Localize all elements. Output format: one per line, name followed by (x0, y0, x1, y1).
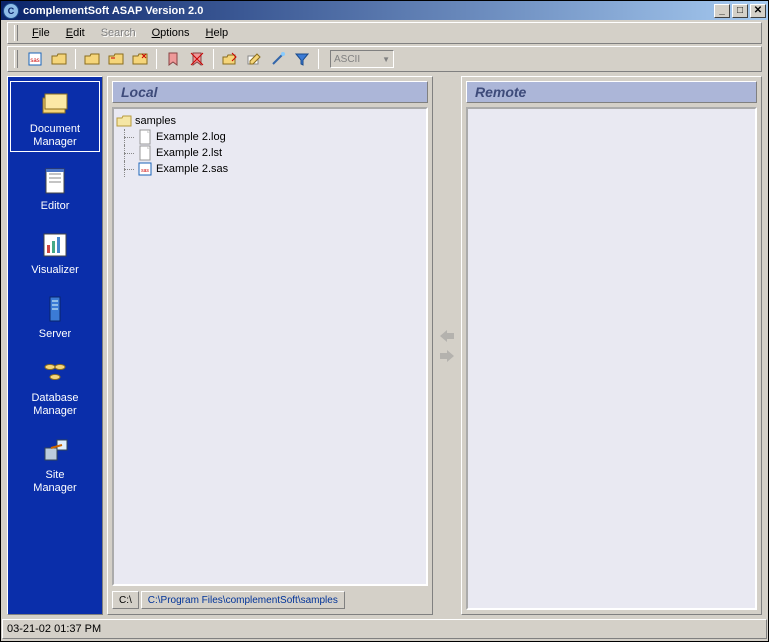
remote-pane-header: Remote (466, 81, 757, 103)
notepad-icon (39, 165, 71, 197)
tree-folder-row[interactable]: samples (116, 113, 424, 129)
tree-folder-label: samples (135, 115, 176, 127)
menu-options[interactable]: Options (144, 25, 198, 41)
remote-pane-title: Remote (475, 84, 526, 100)
sidebar-item-label: DocumentManager (30, 123, 80, 149)
svg-text:sas: sas (141, 168, 149, 174)
sidebar-item-site-manager[interactable]: SiteManager (10, 427, 100, 498)
tool-new-icon[interactable]: sas (24, 48, 46, 70)
transfer-right-icon[interactable] (438, 349, 456, 363)
database-icon (39, 357, 71, 389)
title-bar: C complementSoft ASAP Version 2.0 _ □ ✕ (1, 1, 768, 20)
drive-label: C:\ (119, 595, 132, 606)
drive-tab[interactable]: C:\ (112, 591, 139, 609)
tool-folder2-icon[interactable] (105, 48, 127, 70)
chevron-down-icon: ▼ (382, 55, 390, 64)
app-icon: C (3, 3, 19, 19)
maximize-button[interactable]: □ (732, 4, 748, 18)
menu-help[interactable]: Help (198, 25, 237, 41)
tree-file-row[interactable]: Example 2.log (116, 129, 424, 145)
local-pane-header: Local (112, 81, 428, 103)
sidebar-item-server[interactable]: Server (10, 286, 100, 344)
server-tower-icon (39, 293, 71, 325)
tree-file-label: Example 2.lst (156, 147, 222, 159)
sidebar: DocumentManager Editor Visualizer Server… (7, 76, 103, 615)
menu-search: Search (93, 25, 144, 41)
sidebar-item-database-manager[interactable]: DatabaseManager (10, 350, 100, 421)
menu-search-label: Search (101, 27, 136, 39)
sas-file-icon: sas (137, 161, 153, 177)
window-title: complementSoft ASAP Version 2.0 (23, 5, 712, 17)
tool-folder1-icon[interactable] (81, 48, 103, 70)
menu-bar: File Edit Search Options Help (7, 22, 762, 44)
sidebar-item-label: DatabaseManager (31, 392, 78, 418)
tool-move-folder-icon[interactable] (219, 48, 241, 70)
tool-bookmark-icon[interactable] (162, 48, 184, 70)
local-pane: Local samples Example 2.log (107, 76, 433, 615)
tool-bookmark-del-icon[interactable] (186, 48, 208, 70)
tool-filter-icon[interactable] (291, 48, 313, 70)
sidebar-item-visualizer[interactable]: Visualizer (10, 222, 100, 280)
status-bar: 03-21-02 01:37 PM (2, 619, 767, 639)
sidebar-item-label: Editor (41, 200, 70, 213)
tool-wand-icon[interactable] (267, 48, 289, 70)
remote-pane: Remote (461, 76, 762, 615)
menu-file-label: ile (39, 27, 50, 39)
tree-file-label: Example 2.log (156, 131, 226, 143)
minimize-button[interactable]: _ (714, 4, 730, 18)
main-area: DocumentManager Editor Visualizer Server… (1, 72, 768, 619)
tree-file-row[interactable]: Example 2.lst (116, 145, 424, 161)
close-button[interactable]: ✕ (750, 4, 766, 18)
sidebar-item-label: Visualizer (31, 264, 79, 277)
sidebar-item-label: Server (39, 328, 71, 341)
menu-edit-label: dit (73, 27, 85, 39)
transfer-arrows (433, 76, 461, 615)
tool-folder3-icon[interactable] (129, 48, 151, 70)
svg-text:sas: sas (30, 58, 39, 64)
folder-stack-icon (39, 88, 71, 120)
tool-rename-icon[interactable] (243, 48, 265, 70)
site-icon (39, 434, 71, 466)
file-icon (137, 129, 153, 145)
path-label: C:\Program Files\complementSoft\samples (148, 595, 338, 606)
menu-file[interactable]: File (24, 25, 58, 41)
toolbar: sas ASCII ▼ (7, 46, 762, 72)
local-pane-title: Local (121, 84, 158, 100)
toolbar-grip[interactable] (14, 50, 18, 68)
remote-tree[interactable] (466, 107, 757, 610)
encoding-value: ASCII (334, 54, 360, 65)
panes-container: Local samples Example 2.log (107, 76, 762, 615)
encoding-select[interactable]: ASCII ▼ (330, 50, 394, 68)
local-path-bar: C:\ C:\Program Files\complementSoft\samp… (112, 590, 428, 610)
sidebar-item-label: SiteManager (33, 469, 76, 495)
chart-icon (39, 229, 71, 261)
menu-options-label: ptions (160, 27, 189, 39)
path-tab[interactable]: C:\Program Files\complementSoft\samples (141, 591, 345, 609)
sidebar-item-document-manager[interactable]: DocumentManager (10, 81, 100, 152)
menu-help-label: elp (213, 27, 228, 39)
file-icon (137, 145, 153, 161)
status-text: 03-21-02 01:37 PM (7, 623, 101, 635)
menu-edit[interactable]: Edit (58, 25, 93, 41)
local-tree[interactable]: samples Example 2.log Example 2.lst (112, 107, 428, 586)
tree-file-row[interactable]: sas Example 2.sas (116, 161, 424, 177)
menu-grip[interactable] (14, 25, 18, 41)
transfer-left-icon[interactable] (438, 329, 456, 343)
sidebar-item-editor[interactable]: Editor (10, 158, 100, 216)
tool-open-icon[interactable] (48, 48, 70, 70)
folder-open-icon (116, 113, 132, 129)
tree-file-label: Example 2.sas (156, 163, 228, 175)
